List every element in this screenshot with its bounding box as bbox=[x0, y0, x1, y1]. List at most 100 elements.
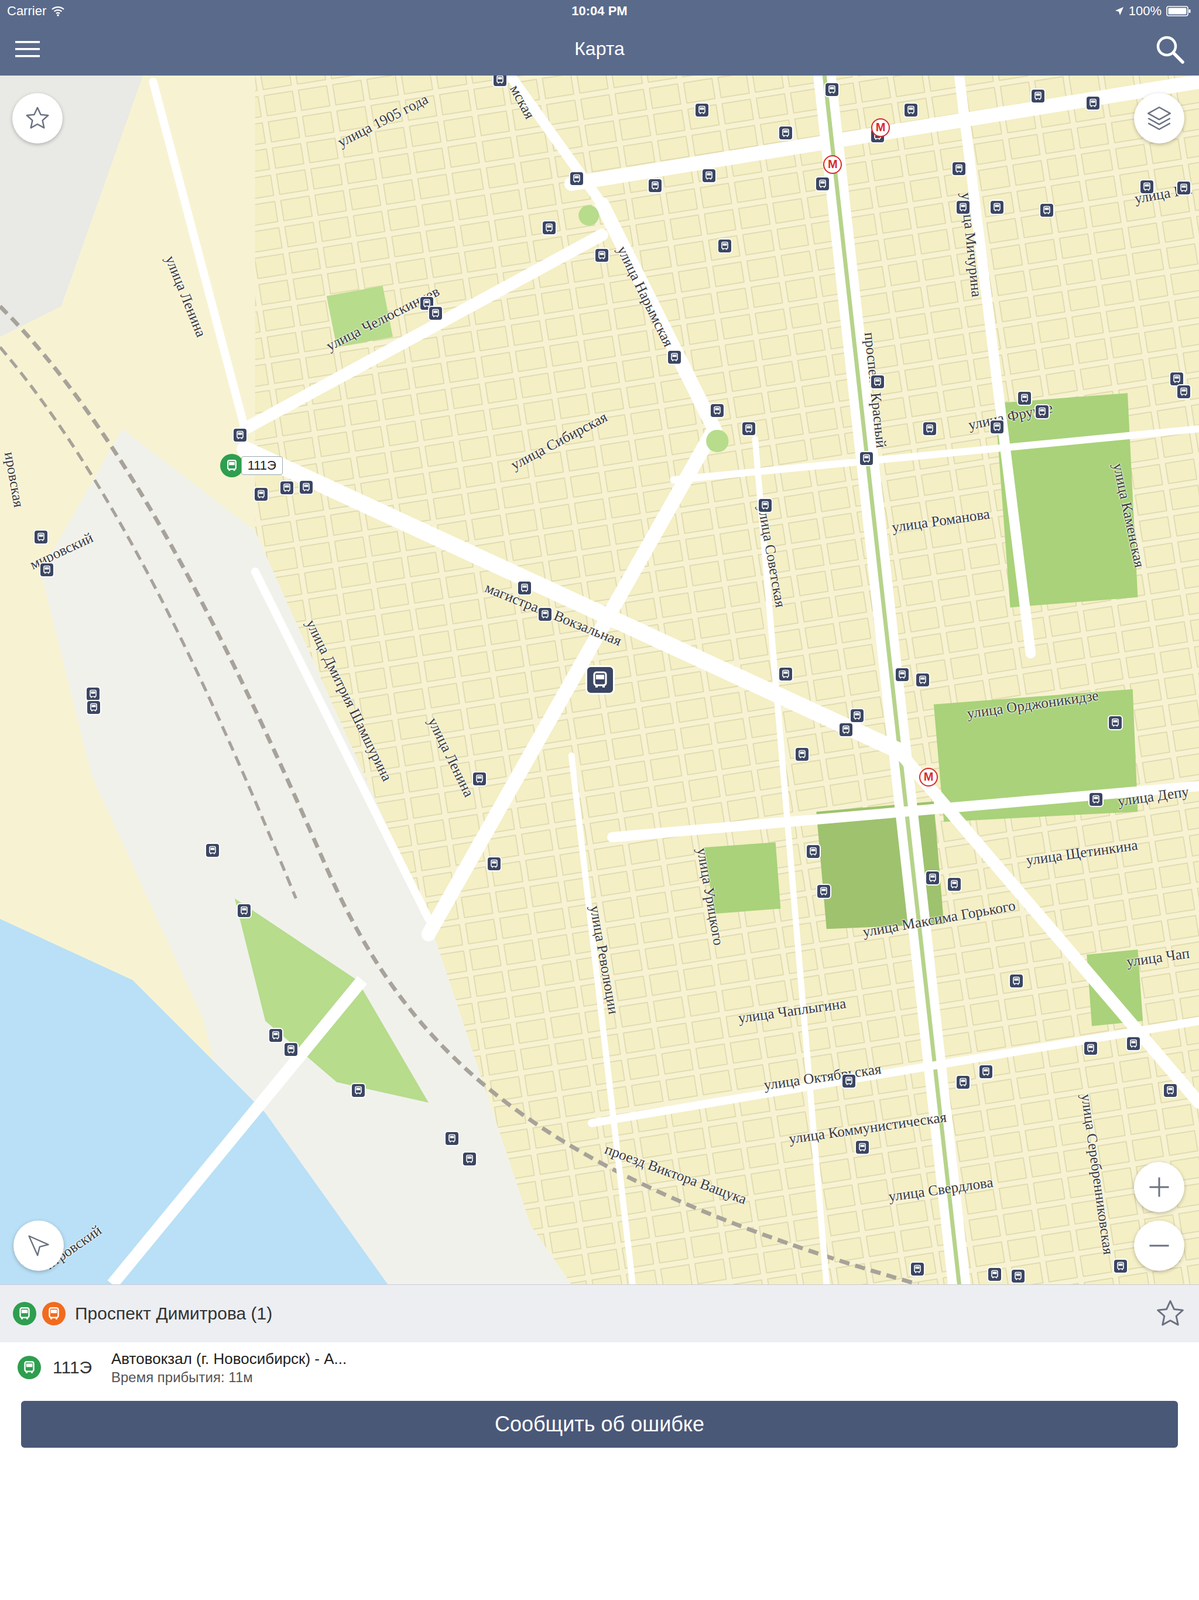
bus-stop-marker[interactable] bbox=[1176, 180, 1192, 196]
bus-stop-marker[interactable] bbox=[903, 102, 919, 118]
bus-stop-marker[interactable] bbox=[955, 199, 971, 215]
bus-icon bbox=[1115, 1261, 1126, 1271]
bus-stop-marker[interactable] bbox=[350, 1082, 366, 1098]
bus-stop-marker[interactable] bbox=[1139, 179, 1155, 195]
bus-stop-marker[interactable] bbox=[838, 721, 854, 738]
bus-stop-marker[interactable] bbox=[794, 746, 810, 762]
bus-station-marker[interactable] bbox=[585, 665, 615, 695]
bus-stop-marker[interactable] bbox=[778, 666, 794, 682]
vehicle-marker[interactable]: 111Э bbox=[220, 453, 283, 478]
bus-stop-marker[interactable] bbox=[541, 220, 557, 236]
bus-stop-marker[interactable] bbox=[236, 902, 252, 918]
bus-stop-marker[interactable] bbox=[757, 497, 773, 513]
menu-button[interactable] bbox=[14, 37, 85, 61]
layers-button[interactable] bbox=[1134, 93, 1185, 144]
favorite-button[interactable] bbox=[1154, 1297, 1187, 1329]
bus-stop-marker[interactable] bbox=[854, 1139, 870, 1155]
bus-stop-marker[interactable] bbox=[869, 374, 886, 390]
favorites-button[interactable] bbox=[12, 93, 63, 144]
bus-stop-marker[interactable] bbox=[922, 420, 938, 437]
metro-marker[interactable]: М bbox=[823, 155, 842, 174]
bus-stop-marker[interactable] bbox=[647, 177, 663, 194]
bus-stop-marker[interactable] bbox=[86, 699, 102, 715]
bus-stop-marker[interactable] bbox=[486, 855, 502, 872]
bus-stop-marker[interactable] bbox=[989, 199, 1005, 215]
my-location-button[interactable] bbox=[13, 1220, 64, 1271]
bus-stop-marker[interactable] bbox=[694, 102, 710, 118]
bus-stop-marker[interactable] bbox=[1008, 973, 1024, 989]
route-row[interactable]: 111ЭАвтовокзал (г. Новосибирск) - А...Вр… bbox=[0, 1341, 1199, 1393]
bus-stop-marker[interactable] bbox=[1034, 403, 1050, 420]
minus-icon bbox=[1146, 1232, 1173, 1259]
bus-stop-marker[interactable] bbox=[717, 238, 733, 254]
search-icon bbox=[1154, 33, 1185, 65]
bus-stop-marker[interactable] bbox=[427, 305, 444, 321]
zoom-in-button[interactable] bbox=[1134, 1161, 1185, 1212]
bus-stop-marker[interactable] bbox=[1162, 1082, 1178, 1098]
bus-stop-marker[interactable] bbox=[39, 562, 55, 578]
bus-stop-marker[interactable] bbox=[1088, 791, 1104, 807]
bus-stop-marker[interactable] bbox=[987, 1266, 1003, 1282]
bus-stop-marker[interactable] bbox=[915, 672, 931, 688]
bus-stop-marker[interactable] bbox=[805, 843, 821, 859]
bus-stop-marker[interactable] bbox=[268, 1027, 284, 1043]
bus-stop-marker[interactable] bbox=[1083, 1040, 1099, 1056]
bus-stop-marker[interactable] bbox=[946, 876, 962, 892]
bus-stop-marker[interactable] bbox=[989, 419, 1005, 435]
bus-stop-marker[interactable] bbox=[1016, 390, 1033, 406]
bus-stop-marker[interactable] bbox=[204, 842, 221, 858]
metro-marker[interactable]: М bbox=[919, 767, 938, 787]
bus-stop-marker[interactable] bbox=[778, 125, 794, 141]
nav-title: Карта bbox=[84, 38, 1115, 60]
bus-stop-marker[interactable] bbox=[471, 771, 488, 787]
bus-stop-marker[interactable] bbox=[1039, 202, 1055, 218]
bus-stop-marker[interactable] bbox=[741, 420, 757, 437]
bus-icon bbox=[464, 1153, 475, 1164]
bus-stop-marker[interactable] bbox=[33, 529, 49, 545]
bus-stop-marker[interactable] bbox=[951, 160, 967, 177]
bus-icon bbox=[992, 202, 1002, 212]
bus-stop-marker[interactable] bbox=[298, 479, 314, 495]
bus-stop-marker[interactable] bbox=[1010, 1268, 1026, 1284]
bus-stop-marker[interactable] bbox=[858, 450, 875, 467]
bus-stop-marker[interactable] bbox=[232, 427, 248, 443]
bus-stop-marker[interactable] bbox=[841, 1073, 857, 1089]
bus-stop-marker[interactable] bbox=[978, 1063, 994, 1079]
bus-stop-marker[interactable] bbox=[1085, 95, 1101, 111]
bus-stop-marker[interactable] bbox=[1030, 88, 1046, 104]
bus-stop-marker[interactable] bbox=[1112, 1258, 1129, 1274]
bus-stop-marker[interactable] bbox=[594, 247, 610, 263]
bus-stop-marker[interactable] bbox=[1176, 384, 1192, 400]
bus-stop-marker[interactable] bbox=[1125, 1035, 1142, 1051]
bus-stop-marker[interactable] bbox=[909, 1261, 926, 1277]
search-button[interactable] bbox=[1114, 33, 1185, 65]
bus-stop-marker[interactable] bbox=[816, 883, 832, 899]
bus-stop-marker[interactable] bbox=[666, 349, 683, 365]
bus-stop-marker[interactable] bbox=[709, 402, 725, 419]
bus-icon bbox=[207, 845, 218, 855]
bus-icon bbox=[906, 105, 916, 115]
bus-stop-marker[interactable] bbox=[279, 480, 295, 496]
bus-stop-marker[interactable] bbox=[925, 869, 941, 886]
route-destination: Автовокзал (г. Новосибирск) - А... bbox=[111, 1349, 347, 1368]
bus-stop-marker[interactable] bbox=[701, 168, 717, 184]
bus-icon bbox=[225, 458, 239, 472]
bus-stop-marker[interactable] bbox=[537, 606, 553, 622]
bus-stop-marker[interactable] bbox=[461, 1150, 478, 1167]
metro-marker[interactable]: М bbox=[871, 118, 890, 137]
zoom-out-button[interactable] bbox=[1134, 1220, 1185, 1271]
bus-stop-marker[interactable] bbox=[516, 580, 533, 596]
bus-stop-marker[interactable] bbox=[894, 666, 910, 683]
bus-stop-marker[interactable] bbox=[1107, 714, 1123, 731]
bus-stop-marker[interactable] bbox=[444, 1130, 460, 1146]
bus-stop-marker[interactable] bbox=[955, 1074, 971, 1090]
bus-stop-marker[interactable] bbox=[283, 1041, 299, 1057]
bus-stop-marker[interactable] bbox=[569, 170, 585, 187]
map[interactable]: улица 1905 годамскаяулица Ленинаулица Че… bbox=[0, 75, 1199, 1284]
bus-stop-marker[interactable] bbox=[492, 75, 508, 88]
report-error-button[interactable]: Сообщить об ошибке bbox=[21, 1400, 1178, 1448]
bus-stop-marker[interactable] bbox=[824, 81, 840, 98]
bus-stop-marker[interactable] bbox=[849, 707, 865, 724]
bus-stop-marker[interactable] bbox=[253, 486, 269, 502]
bus-stop-marker[interactable] bbox=[814, 176, 831, 192]
